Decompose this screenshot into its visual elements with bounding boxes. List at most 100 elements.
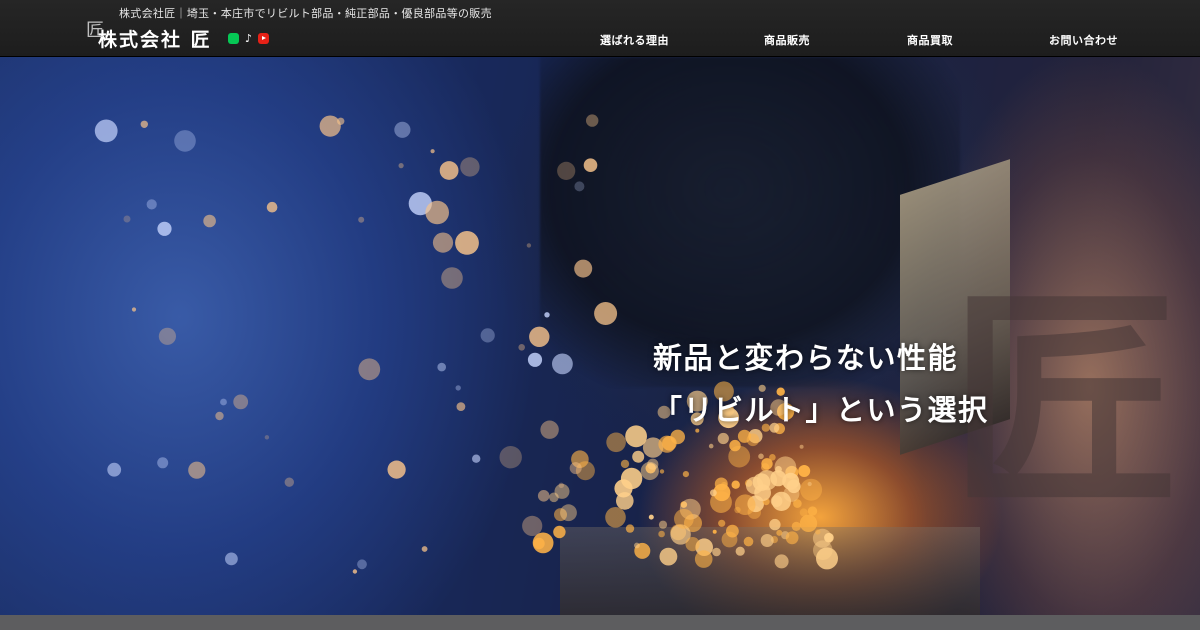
spark	[799, 514, 818, 532]
spark	[549, 492, 559, 503]
bokeh-particle	[522, 515, 543, 536]
bokeh-particle	[586, 114, 599, 127]
bokeh-particle	[358, 216, 365, 223]
bokeh-particle	[107, 462, 122, 477]
bokeh-particle	[284, 477, 294, 487]
spark	[754, 484, 771, 502]
spark	[658, 530, 665, 538]
bokeh-particle	[174, 130, 196, 152]
spark	[721, 481, 728, 489]
spark	[799, 444, 804, 449]
spark	[735, 546, 745, 556]
bokeh-particle	[499, 446, 522, 469]
bokeh-particle	[394, 121, 411, 138]
spark	[769, 518, 781, 531]
bokeh-particle	[157, 221, 172, 236]
bokeh-particle	[215, 411, 224, 421]
spark	[718, 519, 726, 527]
bokeh-particle	[529, 326, 550, 347]
spark	[807, 506, 818, 516]
spark	[785, 531, 799, 545]
bokeh-particle	[352, 569, 358, 574]
spark	[815, 529, 821, 535]
nav-item-contact[interactable]: お問い合わせ	[1049, 32, 1118, 48]
bokeh-particle	[358, 358, 381, 381]
spark	[799, 508, 808, 517]
bokeh-particle	[94, 119, 118, 143]
bokeh-particle	[220, 398, 227, 406]
bokeh-particle	[432, 232, 454, 253]
spark	[659, 469, 665, 474]
bokeh-particle	[439, 161, 459, 180]
nav-item-purchase[interactable]: 商品買取	[907, 32, 953, 48]
spark	[620, 459, 630, 469]
bokeh-particle	[472, 454, 481, 463]
spark	[731, 480, 740, 489]
bokeh-particle	[574, 259, 593, 278]
bokeh-particle	[146, 199, 157, 210]
spark	[674, 508, 694, 529]
bokeh-particle	[140, 120, 148, 128]
spark	[605, 507, 626, 528]
bokeh-particle	[430, 149, 435, 154]
bokeh-particle	[188, 461, 206, 479]
bokeh-particle	[233, 394, 249, 410]
bokeh-particle	[526, 243, 532, 248]
bokeh-particle	[264, 435, 270, 440]
bokeh-particle	[319, 115, 341, 137]
spark	[632, 450, 645, 463]
bokeh-particle	[537, 490, 550, 502]
bokeh-particle	[455, 231, 479, 255]
bokeh-particle	[123, 215, 131, 223]
bokeh-particle	[460, 157, 480, 177]
nav-item-sales[interactable]: 商品販売	[764, 32, 810, 48]
spark	[734, 494, 756, 515]
spark	[760, 534, 774, 547]
spark	[771, 491, 792, 511]
spark	[694, 550, 713, 568]
bokeh-particle	[421, 546, 428, 552]
spark	[616, 492, 634, 510]
spark	[798, 465, 811, 477]
bokeh-particle	[594, 302, 618, 325]
bokeh-particle	[441, 267, 463, 289]
hero-catchcopy: 新品と変わらない性能 「リビルト」という選択	[653, 332, 989, 436]
bokeh-particle	[225, 552, 238, 566]
bokeh-particle	[455, 385, 461, 391]
bokeh-particle	[131, 307, 137, 312]
catchcopy-line-1: 新品と変わらない性能	[653, 341, 959, 375]
header-tagline: 株式会社匠｜埼玉・本庄市でリビルト部品・純正部品・優良部品等の販売	[119, 7, 492, 20]
bokeh-particle	[557, 161, 576, 180]
bokeh-particle	[398, 163, 404, 169]
bokeh-particle	[480, 328, 495, 343]
spark	[648, 514, 654, 520]
spark	[553, 525, 566, 539]
spark	[776, 529, 783, 536]
hero-visual: 匠 新品と変わらない性能 「リビルト」という選択	[0, 57, 1200, 615]
bokeh-particle	[337, 117, 345, 125]
spark	[560, 504, 577, 522]
spark	[658, 520, 668, 529]
spark	[712, 529, 717, 534]
spark	[532, 532, 554, 554]
bokeh-particle	[544, 312, 550, 318]
site-header: 株式会社匠｜埼玉・本庄市でリビルト部品・純正部品・優良部品等の販売 匠 株式会社…	[0, 0, 1200, 57]
nav-item-reasons[interactable]: 選ばれる理由	[600, 32, 669, 48]
bokeh-particle	[527, 352, 543, 367]
spark	[685, 537, 700, 552]
spark	[791, 521, 801, 531]
spark	[824, 532, 834, 543]
spark	[807, 481, 812, 487]
bokeh-particle	[583, 158, 598, 172]
spark	[758, 453, 764, 460]
spark	[721, 531, 738, 548]
bokeh-particle	[158, 327, 176, 345]
spark	[774, 554, 789, 569]
spark	[710, 489, 717, 497]
bokeh-particle	[437, 362, 447, 372]
spark	[728, 445, 751, 468]
bokeh-particle	[425, 200, 450, 225]
bokeh-particle	[569, 462, 582, 475]
spark	[761, 458, 773, 470]
global-nav: 選ばれる理由 商品販売 商品買取 お問い合わせ	[0, 32, 1200, 48]
